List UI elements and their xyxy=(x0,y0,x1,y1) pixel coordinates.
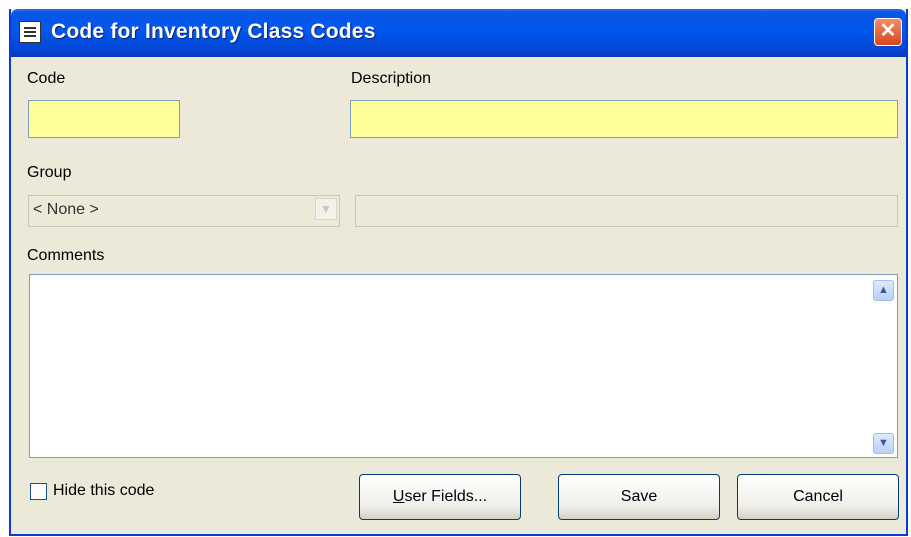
chevron-up-icon: ▲ xyxy=(878,284,889,296)
comments-label: Comments xyxy=(27,247,105,264)
scroll-down-button[interactable]: ▼ xyxy=(873,433,894,454)
user-fields-button[interactable]: User Fields... xyxy=(359,474,521,520)
cancel-button[interactable]: Cancel xyxy=(737,474,899,520)
dialog-window: Code for Inventory Class Codes ✕ Code De… xyxy=(9,9,908,536)
chevron-down-icon[interactable]: ▼ xyxy=(315,198,337,220)
document-icon xyxy=(19,21,41,43)
title-bar[interactable]: Code for Inventory Class Codes ✕ xyxy=(11,9,906,57)
close-icon: ✕ xyxy=(879,20,897,42)
hide-code-label[interactable]: Hide this code xyxy=(53,482,154,500)
group-description-field xyxy=(355,195,898,227)
window-title: Code for Inventory Class Codes xyxy=(51,20,376,43)
group-label: Group xyxy=(27,164,72,181)
comments-textarea[interactable]: ▲ ▼ xyxy=(29,274,898,458)
close-button[interactable]: ✕ xyxy=(874,18,902,46)
description-field[interactable] xyxy=(350,100,898,138)
chevron-down-icon: ▼ xyxy=(878,437,889,449)
code-field[interactable] xyxy=(28,100,180,138)
code-label: Code xyxy=(27,70,66,87)
group-selected-value: < None > xyxy=(33,201,99,218)
scroll-up-button[interactable]: ▲ xyxy=(873,280,894,301)
group-dropdown[interactable]: < None > ▼ xyxy=(28,195,340,227)
description-label: Description xyxy=(351,70,432,87)
hide-code-checkbox[interactable] xyxy=(30,483,47,500)
save-button[interactable]: Save xyxy=(558,474,720,520)
